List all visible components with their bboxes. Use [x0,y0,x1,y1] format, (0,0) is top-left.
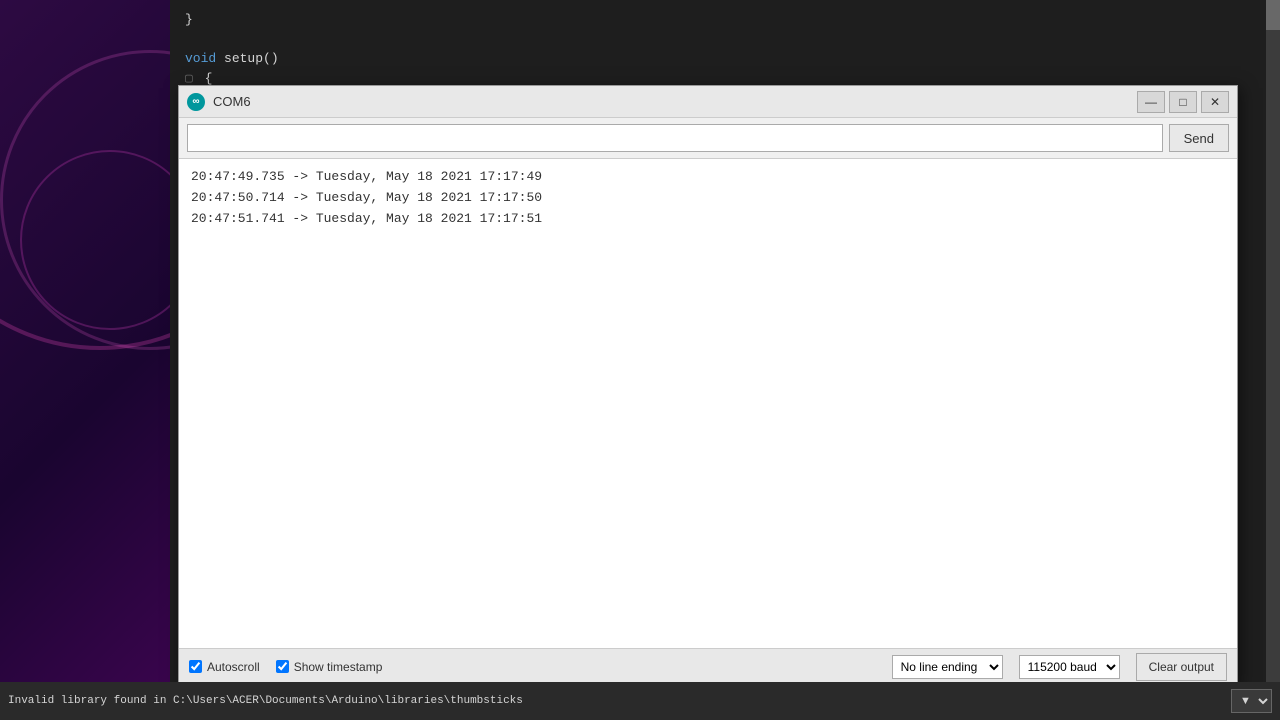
window-controls: — □ ✕ [1137,91,1229,113]
serial-monitor-dialog: ∞ COM6 — □ ✕ Send 20:47:49.735 -> Tuesda… [178,85,1238,685]
minimize-button[interactable]: — [1137,91,1165,113]
output-area: 20:47:49.735 -> Tuesday, May 18 2021 17:… [179,159,1237,648]
output-line-2: 20:47:50.714 -> Tuesday, May 18 2021 17:… [191,188,1225,209]
taskbar-area: Invalid library found in C:\Users\ACER\D… [0,682,1280,720]
taskbar-message: Invalid library found in C:\Users\ACER\D… [8,695,1231,707]
output-line-3: 20:47:51.741 -> Tuesday, May 18 2021 17:… [191,209,1225,230]
code-brace: { [205,71,213,86]
show-timestamp-label: Show timestamp [294,660,383,674]
code-line-2 [185,30,1265,50]
code-line-3: void setup() [185,49,1265,69]
output-line-1: 20:47:49.735 -> Tuesday, May 18 2021 17:… [191,167,1225,188]
code-line-1: } [185,10,1265,30]
code-func-setup: setup() [224,51,279,66]
code-keyword-void: void [185,51,216,66]
status-bar: Autoscroll Show timestamp No line ending… [179,648,1237,684]
input-bar: Send [179,118,1237,159]
autoscroll-group[interactable]: Autoscroll [189,660,260,674]
clear-output-button[interactable]: Clear output [1136,653,1227,681]
send-button[interactable]: Send [1169,124,1229,152]
autoscroll-label: Autoscroll [207,660,260,674]
baud-rate-select[interactable]: 300 baud 1200 baud 2400 baud 4800 baud 9… [1019,655,1120,679]
close-button[interactable]: ✕ [1201,91,1229,113]
maximize-button[interactable]: □ [1169,91,1197,113]
code-scrollbar[interactable] [1266,0,1280,720]
taskbar-dropdown[interactable]: ▼ [1231,689,1272,713]
serial-input[interactable] [187,124,1163,152]
code-fold-icon: ▢ [185,71,193,86]
taskbar-right: ▼ [1231,689,1272,713]
dialog-title: COM6 [213,94,1129,109]
show-timestamp-group[interactable]: Show timestamp [276,660,383,674]
code-scrollbar-thumb[interactable] [1266,0,1280,30]
dialog-icon: ∞ [187,93,205,111]
line-ending-select[interactable]: No line ending Newline Carriage return B… [892,655,1003,679]
autoscroll-checkbox[interactable] [189,660,202,673]
dialog-icon-label: ∞ [192,96,199,107]
show-timestamp-checkbox[interactable] [276,660,289,673]
title-bar: ∞ COM6 — □ ✕ [179,86,1237,118]
